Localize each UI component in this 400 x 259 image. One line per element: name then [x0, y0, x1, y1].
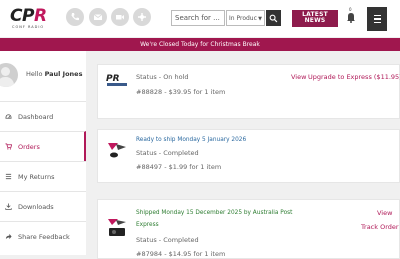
ship-note: Shipped Monday 15 December 2025 by Austr… — [136, 210, 293, 216]
sidebar-item-label: Dashboard — [18, 112, 54, 121]
notification-count: 0 — [349, 7, 352, 12]
search-category-select[interactable]: In Produc ▼ — [226, 10, 265, 26]
order-status: Status - Completed — [136, 236, 199, 244]
product-thumbnail[interactable]: PR — [106, 73, 128, 87]
svg-text:PR: PR — [106, 74, 120, 84]
hamburger-menu-button[interactable] — [367, 7, 387, 31]
logo-subtitle: CONF RADIO — [12, 25, 45, 29]
product-thumbnail[interactable] — [106, 217, 128, 237]
sidebar-item-dashboard[interactable]: Dashboard — [0, 101, 86, 131]
order-number-price: #87984 - $14.95 for 1 item — [136, 250, 226, 258]
view-order-link[interactable]: View — [291, 73, 306, 81]
view-order-link[interactable]: View — [377, 209, 392, 217]
menu-bar — [373, 15, 381, 17]
ship-note: Ready to ship Monday 5 January 2026 — [136, 137, 247, 143]
logo-r: R — [33, 6, 47, 26]
order-status: Status - On hold — [136, 73, 189, 81]
chevron-down-icon: ▼ — [258, 16, 262, 22]
sidebar-item-my-returns[interactable]: My Returns — [0, 161, 86, 191]
order-number-price: #88497 - $1.99 for 1 item — [136, 163, 222, 171]
user-name: Paul Jones — [44, 70, 83, 78]
sidebar-item-label: Downloads — [18, 202, 54, 211]
email-icon[interactable] — [89, 8, 107, 26]
order-number-price: #88828 - $39.95 for 1 item — [136, 88, 226, 96]
ship-note-carrier: Express — [136, 222, 159, 228]
product-thumbnail[interactable] — [106, 141, 128, 158]
sidebar-item-label: Orders — [18, 142, 40, 151]
header: CPR CONF RADIO Search for ... In Produc … — [0, 0, 400, 37]
order-card: Ready to ship Monday 5 January 2026 Stat… — [97, 129, 400, 183]
menu-bar — [373, 18, 381, 20]
download-icon — [4, 203, 12, 211]
search-input[interactable]: Search for ... — [171, 10, 225, 26]
track-order-link[interactable]: Track Order — [361, 223, 399, 231]
greeting-hello: Hello — [26, 70, 43, 78]
sidebar-item-downloads[interactable]: Downloads — [0, 191, 86, 221]
greeting: Hello Paul Jones — [26, 70, 82, 78]
logo[interactable]: CPR CONF RADIO — [10, 6, 60, 32]
sidebar-item-share-feedback[interactable]: Share Feedback — [0, 221, 86, 251]
location-icon[interactable] — [133, 8, 151, 26]
menu-bar — [373, 21, 381, 23]
share-icon — [4, 233, 12, 241]
cart-icon — [4, 143, 12, 151]
search-icon — [269, 14, 278, 22]
search-button[interactable] — [266, 10, 281, 26]
latest-news-line2: NEWS — [304, 17, 326, 24]
sidebar-item-label: My Returns — [18, 172, 55, 181]
announcement-banner: We're Closed Today for Christmas Break — [0, 38, 400, 51]
list-icon — [4, 173, 12, 181]
upgrade-express-link[interactable]: Upgrade to Express ($11.95) — [308, 73, 400, 81]
order-card: PR Status - On hold #88828 - $39.95 for … — [97, 64, 400, 119]
profile-header: Hello Paul Jones — [0, 61, 86, 91]
dashboard-icon — [4, 113, 12, 121]
sidebar-item-label: Share Feedback — [18, 232, 70, 241]
sidebar-item-orders[interactable]: Orders — [0, 131, 86, 161]
phone-icon[interactable] — [66, 8, 84, 26]
latest-news-button[interactable]: LATEST NEWS — [292, 10, 338, 27]
order-status: Status - Completed — [136, 149, 199, 157]
avatar — [0, 63, 18, 87]
account-sidebar: Hello Paul Jones Dashboard Orders My Ret… — [0, 51, 86, 255]
video-icon[interactable] — [111, 8, 129, 26]
search-category-label: In Produc — [229, 15, 257, 22]
order-card: Shipped Monday 15 December 2025 by Austr… — [97, 199, 400, 259]
logo-main: CP — [10, 6, 34, 26]
